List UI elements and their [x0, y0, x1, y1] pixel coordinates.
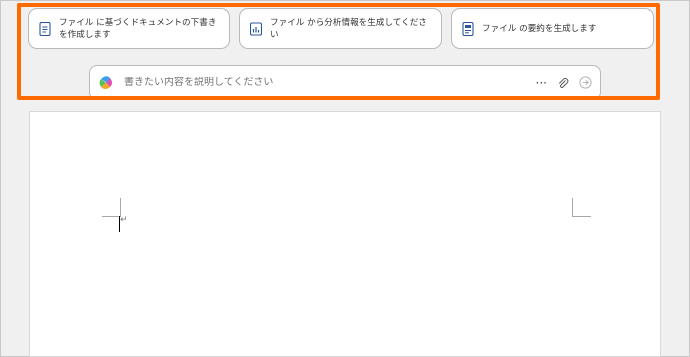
copilot-highlight-box: [17, 3, 660, 100]
margin-mark-top-right: [572, 198, 591, 217]
document-page[interactable]: ↵: [29, 111, 661, 357]
margin-mark-top-left: [102, 198, 121, 217]
paragraph-mark: ↵: [120, 215, 128, 225]
